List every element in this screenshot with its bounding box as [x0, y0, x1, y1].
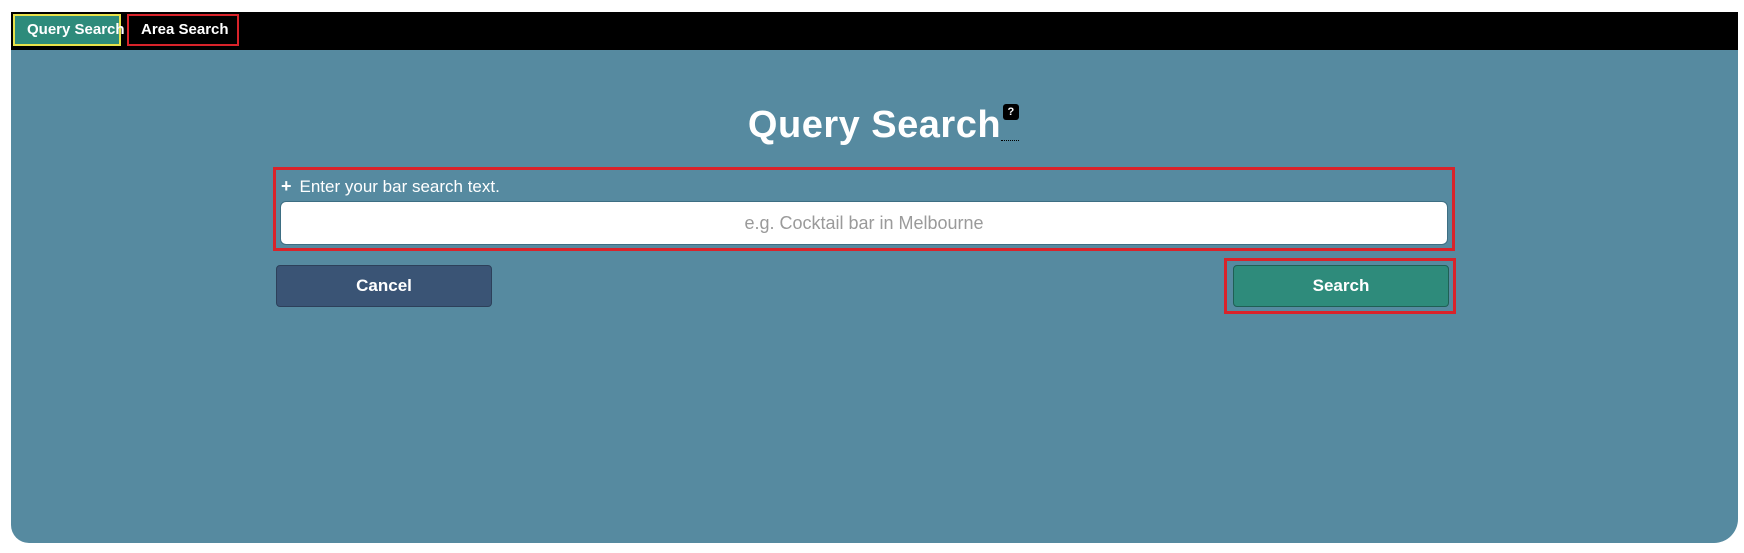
search-input[interactable] — [280, 201, 1448, 245]
page-title: Query Search ? — [747, 104, 1020, 147]
app-panel: Query Search Area Search Query Search ? — [11, 12, 1738, 543]
tab-query-search[interactable]: Query Search — [13, 14, 125, 46]
cancel-button[interactable]: Cancel — [276, 265, 492, 307]
help-icon[interactable]: ? — [1003, 104, 1020, 120]
page-title-text: Query Search — [747, 104, 1002, 146]
plus-icon[interactable]: + — [281, 176, 292, 196]
tab-area-search[interactable]: Area Search — [127, 14, 239, 46]
tab-bar: Query Search Area Search — [11, 12, 1738, 50]
title-container: Query Search ? — [11, 104, 1738, 147]
search-button-highlight: Search — [1224, 258, 1456, 314]
search-label-text: Enter your bar search text. — [299, 177, 500, 196]
search-field-group: + Enter your bar search text. — [273, 167, 1455, 251]
search-label[interactable]: + Enter your bar search text. — [281, 176, 500, 197]
help-underline — [1001, 140, 1020, 141]
search-button[interactable]: Search — [1233, 265, 1449, 307]
